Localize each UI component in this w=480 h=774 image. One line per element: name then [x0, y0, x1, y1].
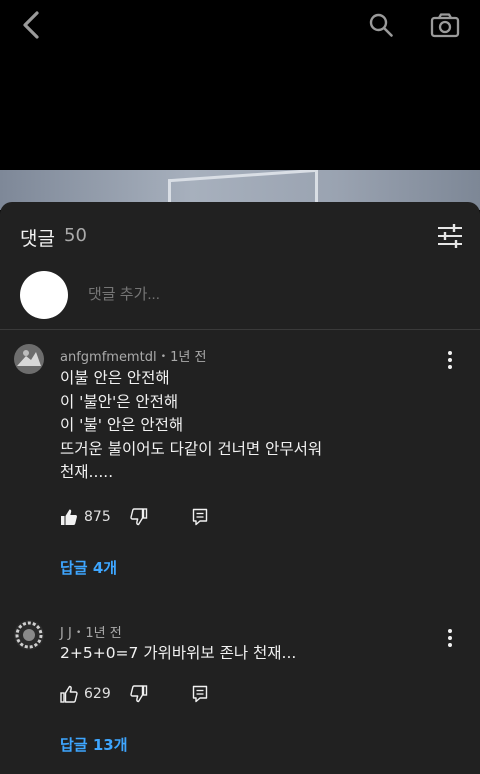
camera-button[interactable]: [428, 8, 462, 42]
like-count: 629: [84, 686, 111, 702]
comments-header: 댓글 50: [0, 202, 480, 268]
commenter-avatar[interactable]: [14, 620, 44, 650]
comment-time: 1년 전: [85, 626, 122, 641]
chevron-left-icon: [23, 11, 39, 39]
avatar-image: [14, 620, 44, 650]
add-comment-row[interactable]: [0, 268, 480, 330]
reply-comment-icon: [192, 508, 208, 526]
back-button[interactable]: [14, 8, 48, 42]
comment-item: anfgmfmemtdl • 1년 전 이불 안은 안전해 이 '불안'은 안전…: [0, 342, 480, 582]
avatar-image: [14, 344, 44, 374]
comments-title: 댓글: [20, 228, 55, 250]
more-vert-icon: [448, 351, 452, 355]
meta-separator: •: [160, 352, 167, 362]
comment-text: 2+5+0=7 가위바위보 존나 천재...: [60, 644, 297, 662]
add-comment-input[interactable]: [88, 286, 418, 303]
commenter-avatar[interactable]: [14, 344, 44, 374]
more-options-button[interactable]: [440, 348, 460, 372]
reply-comment-icon: [192, 685, 208, 703]
dislike-button[interactable]: [130, 505, 148, 529]
comment-meta: anfgmfmemtdl • 1년 전: [60, 346, 206, 365]
thumbs-up-filled-icon: [61, 509, 77, 525]
more-vert-icon: [448, 629, 452, 633]
more-options-button[interactable]: [440, 626, 460, 650]
comment-author[interactable]: J J: [60, 626, 72, 641]
comment-time: 1년 전: [170, 350, 207, 365]
comment-item: J J • 1년 전 2+5+0=7 가위바위보 존나 천재... 629 답글…: [0, 618, 480, 768]
view-replies-link[interactable]: 답글 13개: [60, 734, 128, 755]
dislike-button[interactable]: [130, 682, 148, 706]
like-count: 875: [84, 509, 111, 525]
comments-count: 50: [64, 225, 87, 246]
view-replies-link[interactable]: 답글 4개: [60, 557, 117, 578]
like-button[interactable]: 875: [60, 505, 111, 529]
top-bar: [0, 0, 480, 50]
comments-panel: 댓글 50 anfgmfmemtdl •: [0, 202, 480, 774]
user-avatar: [20, 271, 68, 319]
search-button[interactable]: [364, 8, 398, 42]
reply-button[interactable]: [192, 682, 208, 706]
camera-icon: [430, 13, 460, 38]
thumbs-up-icon: [60, 685, 78, 703]
like-button[interactable]: 629: [60, 682, 111, 706]
comment-text: 이불 안은 안전해 이 '불안'은 안전해 이 '불' 안은 안전해 뜨거운 불…: [60, 369, 323, 481]
thumbs-down-icon: [130, 508, 148, 526]
thumbs-down-icon: [130, 685, 148, 703]
comment-meta: J J • 1년 전: [60, 622, 122, 641]
reply-button[interactable]: [192, 505, 208, 529]
meta-separator: •: [75, 628, 82, 638]
sliders-icon: [438, 224, 462, 248]
sort-filter-button[interactable]: [436, 222, 464, 250]
search-icon: [369, 13, 393, 37]
comment-author[interactable]: anfgmfmemtdl: [60, 350, 157, 365]
